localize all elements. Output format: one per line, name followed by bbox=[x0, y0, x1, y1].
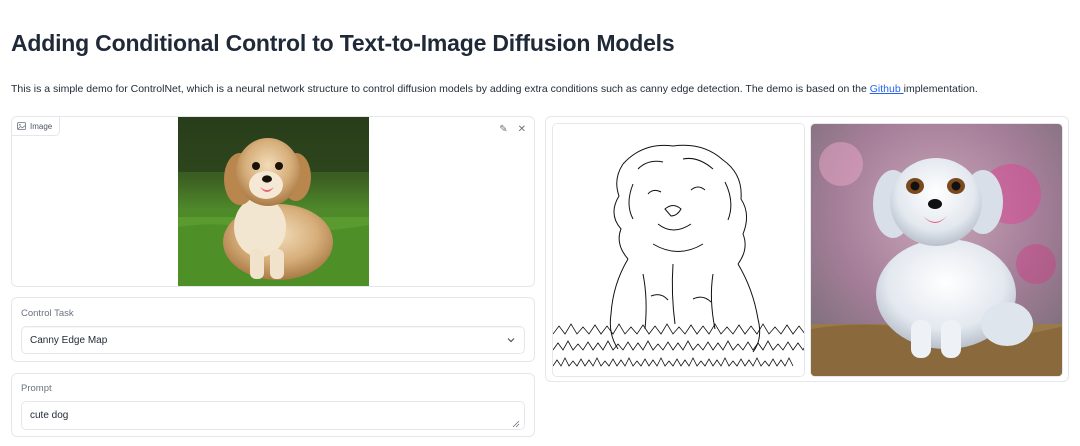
output-gallery bbox=[545, 116, 1069, 382]
generated-dog-result[interactable] bbox=[810, 123, 1063, 377]
image-label-badge: Image bbox=[12, 117, 61, 136]
canny-edge-image bbox=[553, 124, 804, 376]
control-task-label: Control Task bbox=[21, 308, 74, 319]
image-icon bbox=[17, 122, 26, 130]
control-task-panel: Control Task Canny Edge Map bbox=[11, 297, 535, 362]
image-upload-panel[interactable]: Image ✎ ✕ bbox=[11, 116, 535, 287]
pencil-icon[interactable]: ✎ bbox=[499, 124, 507, 135]
prompt-input[interactable]: cute dog bbox=[21, 401, 525, 430]
resize-handle-icon[interactable] bbox=[512, 420, 520, 428]
canny-edge-result[interactable] bbox=[552, 123, 805, 377]
image-label-text: Image bbox=[30, 121, 53, 131]
control-task-value: Canny Edge Map bbox=[30, 334, 108, 346]
page-title: Adding Conditional Control to Text-to-Im… bbox=[11, 30, 675, 56]
prompt-label: Prompt bbox=[21, 383, 52, 394]
chevron-down-icon bbox=[507, 338, 515, 343]
prompt-panel: Prompt cute dog bbox=[11, 373, 535, 437]
input-dog-photo bbox=[178, 117, 369, 286]
close-icon[interactable]: ✕ bbox=[518, 124, 526, 135]
page-description: This is a simple demo for ControlNet, wh… bbox=[11, 83, 978, 95]
generated-dog-image bbox=[811, 124, 1062, 376]
github-link[interactable]: Github bbox=[870, 83, 904, 95]
description-text-end: implementation. bbox=[903, 83, 978, 95]
description-text: This is a simple demo for ControlNet, wh… bbox=[11, 83, 870, 95]
control-task-dropdown[interactable]: Canny Edge Map bbox=[21, 326, 525, 354]
